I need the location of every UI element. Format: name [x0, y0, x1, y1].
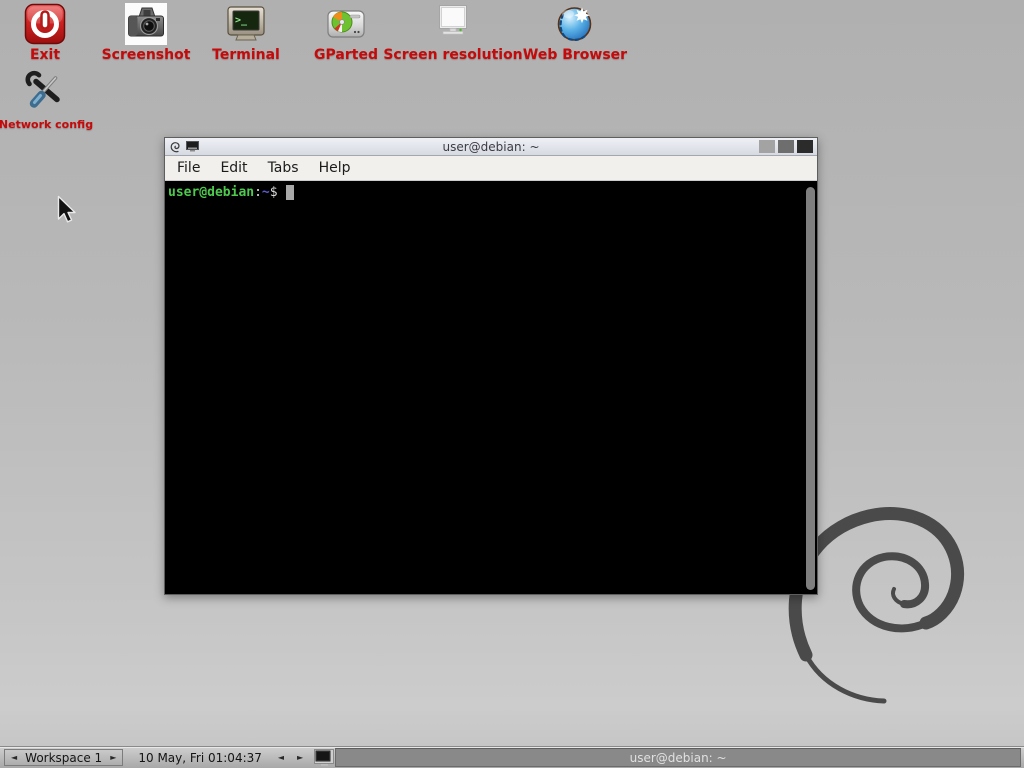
- menu-bar: File Edit Tabs Help: [165, 156, 817, 181]
- svg-text:>_: >_: [235, 15, 248, 26]
- window-title: user@debian: ~: [165, 140, 817, 154]
- harddisk-partition-icon: [325, 3, 367, 45]
- desktop-icon-network-config[interactable]: Network config: [0, 70, 112, 131]
- task-button-terminal[interactable]: user@debian: ~: [335, 748, 1021, 767]
- workspace-prev-button[interactable]: ◄: [11, 754, 17, 762]
- debian-swirl-icon: [169, 141, 181, 153]
- close-button[interactable]: [797, 140, 813, 153]
- globe-icon: [554, 3, 596, 45]
- monitor-icon: [314, 749, 335, 766]
- desktop-icon-label: Network config: [0, 118, 93, 131]
- monitor-icon: [432, 3, 474, 45]
- prompt-separator: :: [254, 185, 262, 200]
- desktop-icon-label: Screen resolution: [383, 47, 522, 63]
- workspace-label: Workspace 1: [25, 751, 102, 765]
- desktop-icon-label: GParted: [314, 47, 378, 63]
- workspace-pager: ◄ Workspace 1 ►: [4, 749, 123, 766]
- prompt-cwd: ~: [262, 185, 270, 200]
- prompt-symbol: $: [270, 185, 286, 200]
- prompt-user-host: user@debian: [168, 185, 254, 200]
- desktop-icon-label: Exit: [30, 47, 60, 63]
- tools-icon: [24, 70, 68, 116]
- terminal-content[interactable]: user@debian:~$: [165, 181, 817, 594]
- menu-file[interactable]: File: [167, 157, 210, 179]
- desktop-icon-label: Screenshot: [102, 47, 191, 63]
- power-icon: [24, 3, 66, 45]
- shell-prompt: user@debian:~$: [168, 185, 814, 200]
- task-nav: ◄ ►: [278, 754, 303, 762]
- terminal-window: user@debian: ~ File Edit Tabs Help user@…: [164, 137, 818, 595]
- menu-tabs[interactable]: Tabs: [258, 157, 309, 179]
- menu-help[interactable]: Help: [309, 157, 361, 179]
- terminal-icon: [186, 141, 199, 152]
- minimize-button[interactable]: [759, 140, 775, 153]
- task-next-button[interactable]: ►: [297, 754, 303, 762]
- taskbar: ◄ Workspace 1 ► 10 May, Fri 01:04:37 ◄ ►…: [0, 746, 1024, 768]
- crt-terminal-icon: >_: [225, 3, 267, 45]
- menu-edit[interactable]: Edit: [210, 157, 257, 179]
- camera-icon: [125, 3, 167, 45]
- scrollbar-thumb[interactable]: [806, 187, 815, 590]
- desktop-icon-label: Web Browser: [523, 47, 627, 63]
- workspace-next-button[interactable]: ►: [110, 754, 116, 762]
- terminal-scrollbar[interactable]: [806, 187, 815, 590]
- terminal-cursor: [286, 185, 294, 200]
- desktop-icon-screen-resolution[interactable]: Screen resolution: [387, 3, 519, 63]
- show-desktop-button[interactable]: [314, 749, 335, 766]
- task-prev-button[interactable]: ◄: [278, 754, 284, 762]
- mouse-pointer: [57, 195, 77, 231]
- taskbar-clock: 10 May, Fri 01:04:37: [138, 751, 262, 765]
- window-titlebar[interactable]: user@debian: ~: [165, 138, 817, 156]
- maximize-button[interactable]: [778, 140, 794, 153]
- desktop-icon-web-browser[interactable]: Web Browser: [509, 3, 641, 63]
- desktop-icon-label: Terminal: [212, 47, 280, 63]
